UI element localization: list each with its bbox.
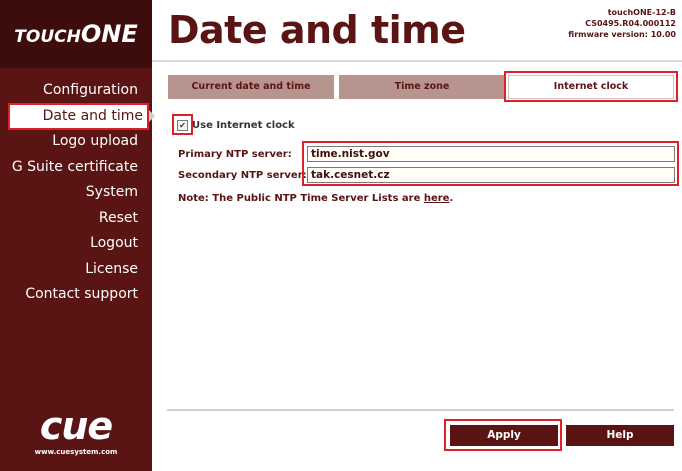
- device-serial: CS0495.R04.000112: [585, 19, 676, 28]
- use-internet-clock-checkbox[interactable]: ✔: [177, 120, 188, 131]
- active-item-pointer-icon: [149, 110, 155, 122]
- sidebar-item-system[interactable]: System: [0, 180, 152, 206]
- primary-ntp-label: Primary NTP server:: [178, 149, 292, 160]
- logo-text-touch: TOUCH: [14, 27, 81, 47]
- device-info: touchONE-12-B CS0495.R04.000112 firmware…: [568, 7, 676, 40]
- tab-internet-clock[interactable]: Internet clock: [508, 75, 674, 99]
- use-internet-clock-label: Use Internet clock: [192, 120, 295, 131]
- tab-current-date-and-time[interactable]: Current date and time: [168, 75, 334, 99]
- secondary-ntp-input[interactable]: [307, 167, 675, 183]
- apply-button[interactable]: Apply: [450, 425, 558, 446]
- sidebar-item-g-suite-certificate[interactable]: G Suite certificate: [0, 155, 152, 181]
- bottom-divider: [167, 409, 674, 411]
- firmware-version: firmware version: 10.00: [568, 30, 676, 39]
- cue-logo-text: cue: [39, 404, 113, 448]
- cue-logo: cue www.cuesystem.com: [0, 404, 152, 471]
- sidebar-item-date-and-time[interactable]: Date and time: [8, 102, 149, 130]
- sidebar-item-contact-support[interactable]: Contact support: [0, 282, 152, 308]
- secondary-ntp-label: Secondary NTP server:: [178, 170, 307, 181]
- ntp-list-link[interactable]: here: [424, 193, 450, 204]
- touchone-logo: TOUCHONE: [0, 0, 152, 68]
- ntp-note-text: Note: The Public NTP Time Server Lists a…: [178, 193, 424, 204]
- header-divider: [152, 60, 682, 62]
- sidebar-item-license[interactable]: License: [0, 257, 152, 283]
- cue-website: www.cuesystem.com: [34, 448, 118, 456]
- help-button[interactable]: Help: [566, 425, 674, 446]
- ntp-note-end: .: [449, 193, 454, 204]
- logo-text-one: ONE: [80, 20, 138, 48]
- sidebar: TOUCHONE Configuration Date and time Log…: [0, 0, 152, 471]
- sidebar-item-logo-upload[interactable]: Logo upload: [0, 129, 152, 155]
- primary-ntp-input[interactable]: [307, 146, 675, 162]
- ntp-note: Note: The Public NTP Time Server Lists a…: [178, 193, 453, 204]
- sidebar-item-reset[interactable]: Reset: [0, 206, 152, 232]
- sidebar-item-configuration[interactable]: Configuration: [0, 78, 152, 104]
- page-title: Date and time: [168, 8, 466, 52]
- sidebar-item-logout[interactable]: Logout: [0, 231, 152, 257]
- tab-time-zone[interactable]: Time zone: [339, 75, 505, 99]
- sidebar-menu: Configuration Date and time Logo upload …: [0, 78, 152, 308]
- device-name: touchONE-12-B: [607, 8, 676, 17]
